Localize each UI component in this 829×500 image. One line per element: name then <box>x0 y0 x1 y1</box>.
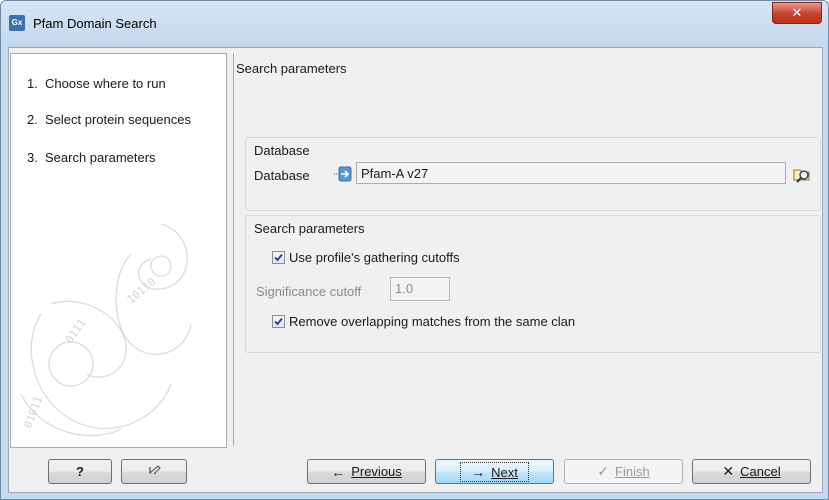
step-label: Choose where to run <box>45 76 166 91</box>
close-icon: ✕ <box>722 463 735 479</box>
finish-button[interactable]: ✓ Finish <box>564 459 683 484</box>
undo-arrow-icon <box>149 464 161 474</box>
title-bar[interactable]: Gx Pfam Domain Search ✕ <box>1 1 828 47</box>
remove-overlapping-checkbox[interactable] <box>272 315 285 328</box>
database-group: Database Database Pfam-A v27 <box>245 137 821 211</box>
significance-cutoff-label: Significance cutoff <box>256 284 362 299</box>
checkmark-icon <box>274 317 283 326</box>
finish-label: Finish <box>615 464 650 479</box>
previous-label: Previous <box>351 464 402 479</box>
svg-text:10110: 10110 <box>125 275 159 306</box>
wizard-steps-panel: 1. Choose where to run 2. Select protein s… <box>10 53 227 448</box>
gathering-cutoffs-label: Use profile's gathering cutoffs <box>289 250 460 265</box>
arrow-right-icon: → <box>471 463 486 480</box>
button-bar: ? ← Previous → Next ✓ Finish ✕ Cancel <box>8 446 821 492</box>
gathering-cutoffs-checkbox[interactable] <box>272 251 285 264</box>
database-group-title: Database <box>254 143 310 158</box>
search-parameters-group: Search parameters Use profile's gatherin… <box>245 215 821 353</box>
app-icon: Gx <box>9 15 25 31</box>
page-title: Search parameters <box>236 61 347 76</box>
step-number: 3. <box>27 150 38 165</box>
close-button[interactable]: ✕ <box>772 2 822 24</box>
wizard-step-search-parameters: 3. Search parameters <box>27 150 156 165</box>
checkmark-icon: ✓ <box>597 463 610 479</box>
significance-cutoff-field: 1.0 <box>390 277 450 301</box>
remove-overlapping-label: Remove overlapping matches from the same… <box>289 314 576 329</box>
main-content: Search parameters Database Database Pfam… <box>233 53 821 446</box>
search-group-title: Search parameters <box>254 221 365 236</box>
next-button[interactable]: → Next <box>435 459 554 484</box>
wizard-step-select-protein-sequences: 2. Select protein sequences <box>27 112 191 127</box>
help-button[interactable]: ? <box>48 459 112 484</box>
database-field[interactable]: Pfam-A v27 <box>356 162 786 184</box>
dialog-window: Gx Pfam Domain Search ✕ 1. Choose where t… <box>0 0 829 500</box>
cancel-label: Cancel <box>740 464 781 479</box>
step-number: 2. <box>27 112 38 127</box>
step-number: 1. <box>27 76 38 91</box>
cancel-button[interactable]: ✕ Cancel <box>692 459 811 484</box>
step-label: Search parameters <box>45 150 156 165</box>
svg-text:0111: 0111 <box>63 317 89 346</box>
gathering-cutoffs-option[interactable]: Use profile's gathering cutoffs <box>272 250 460 265</box>
next-label: Next <box>491 464 518 480</box>
database-arrow-icon <box>334 166 352 182</box>
previous-button[interactable]: ← Previous <box>307 459 426 484</box>
step-label: Select protein sequences <box>45 112 191 127</box>
dna-spiral-watermark: 10110 0111 01011 <box>20 223 192 437</box>
help-label: ? <box>76 464 84 479</box>
checkmark-icon <box>274 253 283 262</box>
remove-overlapping-option[interactable]: Remove overlapping matches from the same… <box>272 314 575 329</box>
arrow-left-icon: ← <box>331 463 346 480</box>
restore-defaults-button[interactable] <box>121 459 187 484</box>
browse-folder-icon[interactable] <box>792 164 812 184</box>
wizard-step-choose-where-to-run: 1. Choose where to run <box>27 76 166 91</box>
svg-text:01011: 01011 <box>22 394 46 430</box>
database-label: Database <box>254 168 310 183</box>
window-title: Pfam Domain Search <box>33 16 157 31</box>
